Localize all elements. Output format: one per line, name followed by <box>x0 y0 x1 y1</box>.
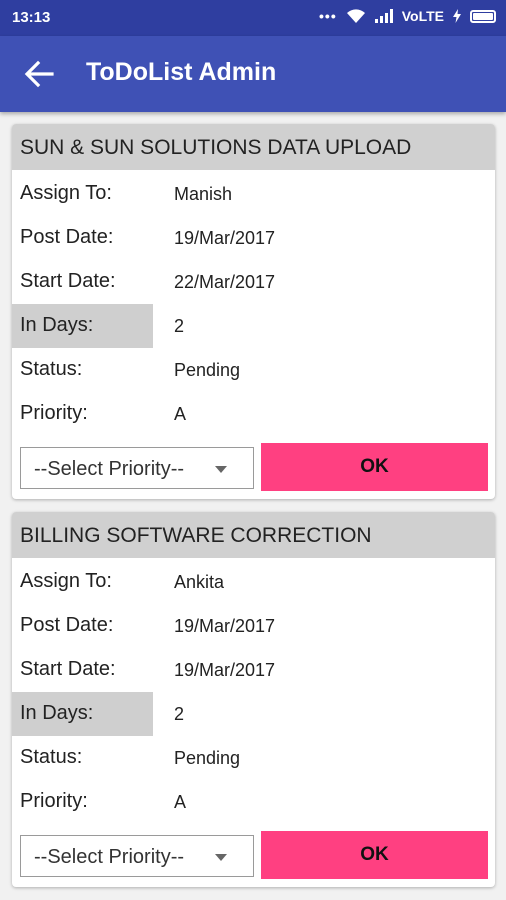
status-label: Status: <box>20 358 83 380</box>
status-row: Status: Pending <box>12 348 495 392</box>
status-label: Status: <box>20 746 83 768</box>
dropdown-caret-icon <box>215 854 227 861</box>
start-date-value: 19/Mar/2017 <box>174 660 276 680</box>
wifi-icon <box>346 8 365 23</box>
in-days-row: In Days: 2 <box>12 692 495 736</box>
ok-button[interactable]: OK <box>261 831 488 879</box>
dropdown-caret-icon <box>215 466 227 473</box>
post-date-label: Post Date: <box>20 614 114 636</box>
priority-label: Priority: <box>20 402 88 424</box>
post-date-label: Post Date: <box>20 226 114 248</box>
priority-label: Priority: <box>20 790 88 812</box>
priority-value: A <box>174 792 187 812</box>
status-value: Pending <box>174 360 241 380</box>
assign-to-label: Assign To: <box>20 570 112 592</box>
priority-row: Priority: A <box>12 392 495 436</box>
status-value: Pending <box>174 748 241 768</box>
task-card: SUN & SUN SOLUTIONS DATA UPLOAD Assign T… <box>12 124 495 499</box>
app-bar: ToDoList Admin <box>0 36 506 112</box>
post-date-value: 19/Mar/2017 <box>174 228 276 248</box>
assign-to-value: Manish <box>174 184 233 204</box>
start-date-label: Start Date: <box>20 270 116 292</box>
priority-select[interactable]: --Select Priority-- <box>20 447 254 489</box>
status-time: 13:13 <box>12 9 51 26</box>
task-title: BILLING SOFTWARE CORRECTION <box>12 512 495 558</box>
battery-icon <box>470 9 496 23</box>
status-icons: ••• VoLTE <box>319 8 496 24</box>
status-bar: 13:13 ••• VoLTE <box>0 0 506 36</box>
in-days-value: 2 <box>174 704 185 724</box>
assign-to-value: Ankita <box>174 572 225 592</box>
start-date-row: Start Date: 19/Mar/2017 <box>12 648 495 692</box>
in-days-label: In Days: <box>12 304 153 348</box>
charging-icon <box>453 9 461 23</box>
in-days-label: In Days: <box>12 692 153 736</box>
priority-row: Priority: A <box>12 780 495 824</box>
post-date-value: 19/Mar/2017 <box>174 616 276 636</box>
more-dots-icon: ••• <box>319 8 337 24</box>
start-date-value: 22/Mar/2017 <box>174 272 276 292</box>
assign-to-row: Assign To: Manish <box>12 172 495 216</box>
network-label: VoLTE <box>401 8 444 24</box>
priority-select-text: --Select Priority-- <box>34 458 185 480</box>
signal-icon <box>374 9 393 23</box>
priority-select[interactable]: --Select Priority-- <box>20 835 254 877</box>
priority-value: A <box>174 404 187 424</box>
start-date-label: Start Date: <box>20 658 116 680</box>
page-title: ToDoList Admin <box>86 58 277 86</box>
arrow-back-icon[interactable] <box>24 60 54 88</box>
in-days-value: 2 <box>174 316 185 336</box>
assign-to-row: Assign To: Ankita <box>12 560 495 604</box>
ok-button[interactable]: OK <box>261 443 488 491</box>
assign-to-label: Assign To: <box>20 182 112 204</box>
task-title: SUN & SUN SOLUTIONS DATA UPLOAD <box>12 124 495 170</box>
post-date-row: Post Date: 19/Mar/2017 <box>12 604 495 648</box>
priority-select-text: --Select Priority-- <box>34 846 185 868</box>
start-date-row: Start Date: 22/Mar/2017 <box>12 260 495 304</box>
in-days-row: In Days: 2 <box>12 304 495 348</box>
status-row: Status: Pending <box>12 736 495 780</box>
post-date-row: Post Date: 19/Mar/2017 <box>12 216 495 260</box>
task-card: BILLING SOFTWARE CORRECTION Assign To: A… <box>12 512 495 887</box>
